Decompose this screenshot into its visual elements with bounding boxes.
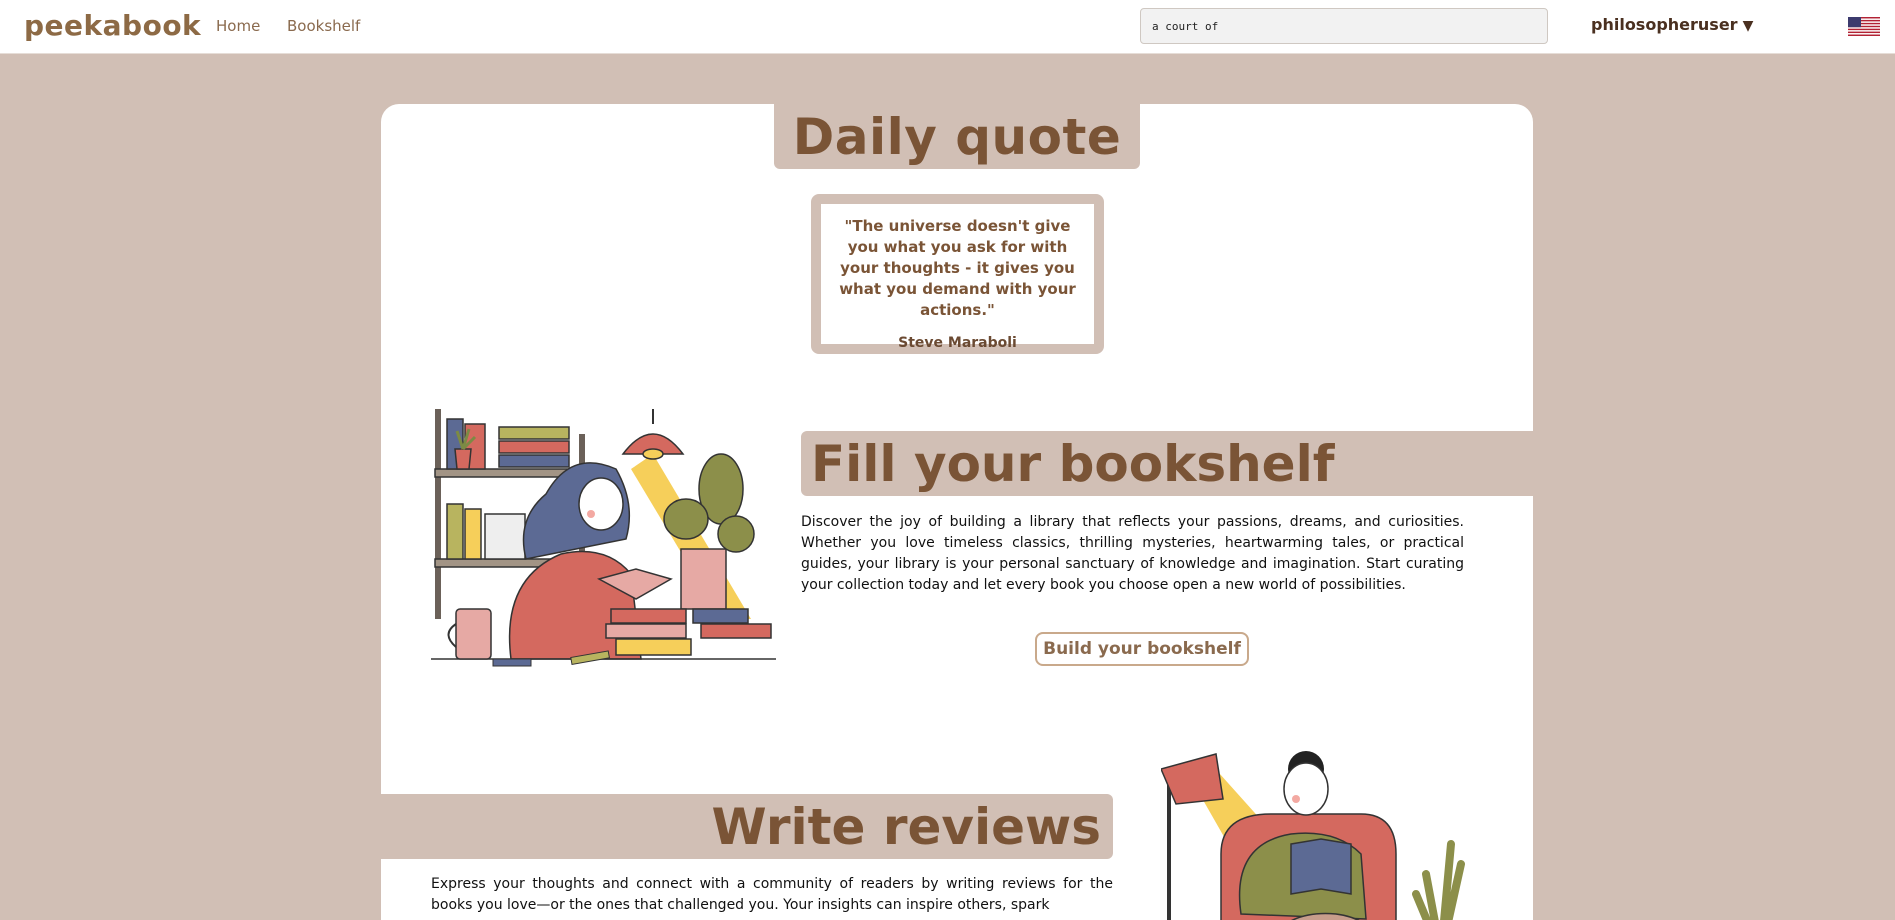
search-input[interactable] xyxy=(1140,8,1548,44)
woman-reading-illustration xyxy=(431,409,776,667)
woman-armchair-illustration xyxy=(1161,751,1465,920)
user-menu-dropdown[interactable]: philosopheruser ▼ xyxy=(1591,15,1753,34)
nav-link-bookshelf[interactable]: Bookshelf xyxy=(287,17,360,35)
fill-bookshelf-description: Discover the joy of building a library t… xyxy=(801,514,1464,593)
quote-text: "The universe doesn't give you what you … xyxy=(839,217,1076,319)
nav-link-home[interactable]: Home xyxy=(216,17,260,35)
daily-quote-heading: Daily quote xyxy=(792,107,1122,166)
write-reviews-description: Express your thoughts and connect with a… xyxy=(431,876,1113,913)
build-bookshelf-button[interactable]: Build your bookshelf xyxy=(1035,632,1249,666)
caret-down-icon: ▼ xyxy=(1742,18,1754,34)
write-reviews-header: Write reviews xyxy=(381,794,1113,859)
fill-bookshelf-heading: Fill your bookshelf xyxy=(811,434,1335,493)
main-content-card: Daily quote "The universe doesn't give y… xyxy=(381,104,1533,920)
username-label: philosopheruser xyxy=(1591,15,1738,34)
quote-frame: "The universe doesn't give you what you … xyxy=(811,194,1104,354)
daily-quote-header: Daily quote xyxy=(774,104,1140,169)
us-flag-icon[interactable] xyxy=(1848,17,1880,36)
top-navbar: peekabook Home Bookshelf philosopheruser… xyxy=(0,0,1895,54)
fill-bookshelf-header: Fill your bookshelf xyxy=(801,431,1533,496)
site-logo[interactable]: peekabook xyxy=(24,9,201,42)
quote-author: Steve Maraboli xyxy=(898,335,1017,351)
write-reviews-heading: Write reviews xyxy=(711,797,1101,856)
